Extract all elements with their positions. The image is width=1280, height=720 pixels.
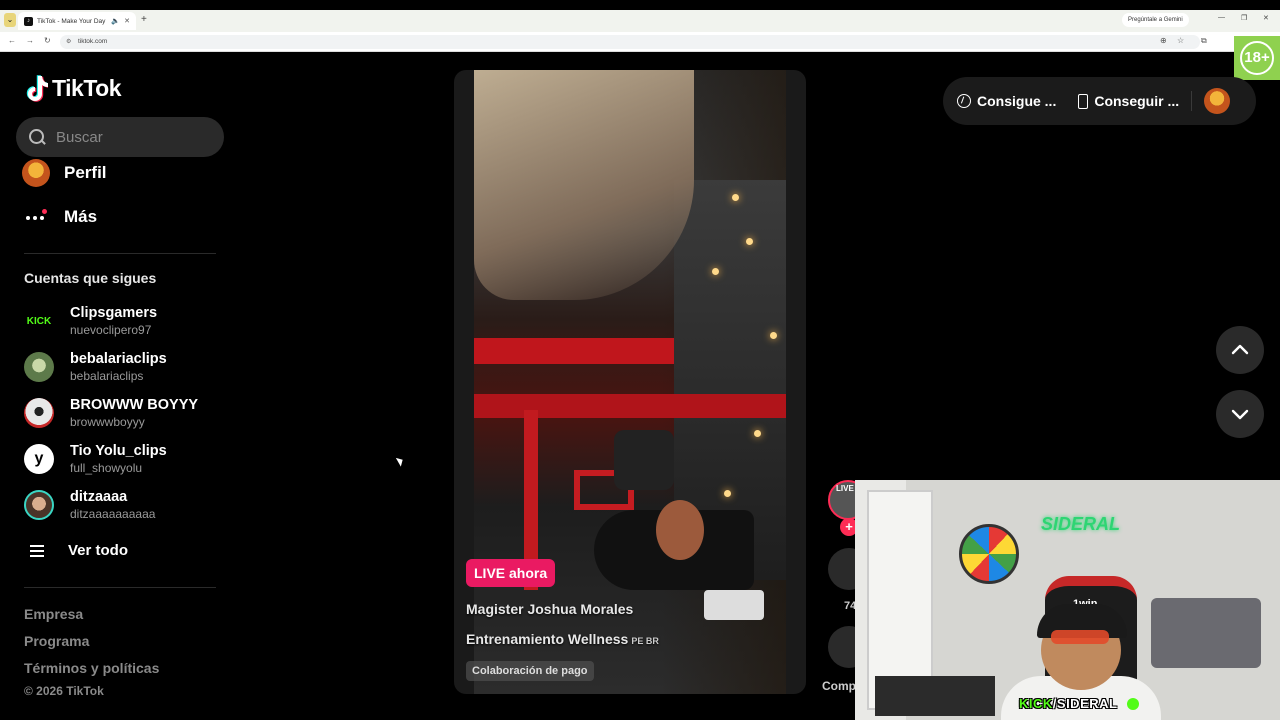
search-input[interactable] [56,128,206,146]
gemini-button[interactable]: Pregúntale a Gemini [1122,13,1189,27]
get-app-label: Conseguir ... [1094,93,1180,109]
back-icon[interactable]: ← [8,36,16,45]
chevron-down-icon [1231,409,1249,420]
account-avatar [24,490,54,520]
user-avatar[interactable] [1204,88,1231,114]
following-account[interactable]: ditzaaaa ditzaaaaaaaaaa [24,489,155,521]
close-window-icon[interactable]: ✕ [1263,14,1269,22]
site-info-icon[interactable]: ⚙ [66,35,71,49]
copyright: © 2026 TikTok [24,684,104,698]
paid-partnership-label: Colaboración de pago [466,661,594,681]
coin-icon [957,94,971,108]
following-account[interactable]: y Tio Yolu_clips full_showyolu [24,443,167,475]
divider [1191,91,1193,111]
url-text: tiktok.com [78,38,108,45]
get-coins-label: Consigue ... [977,93,1057,109]
see-all-button[interactable]: Ver todo [30,542,128,559]
get-coins-button[interactable]: Consigue ... [957,93,1056,109]
next-video-button[interactable] [1216,390,1264,438]
search-icon [28,128,46,146]
previous-video-button[interactable] [1216,326,1264,374]
age-rating-text: 18+ [1240,41,1274,75]
kick-channel: /SIDERAL [1052,696,1118,711]
top-actions-bar: Consigue ... Conseguir ... [943,77,1256,125]
browser-tab-bar: ⌄ ♪ TikTok - Make Your Day 🔈 ✕ + Pregúnt… [0,0,1280,32]
address-bar: ← → ↻ ⚙ tiktok.com ⊕ ☆ ⧉ [0,32,1280,52]
account-name: Tio Yolu_clips [70,443,167,459]
menu-item-label: Perfil [64,163,107,182]
following-account[interactable]: KICK Clipsgamers nuevoclipero97 [24,305,157,337]
account-handle: nuevoclipero97 [70,323,152,337]
verified-icon [1127,698,1139,710]
zoom-icon[interactable]: ⊕ [1160,36,1167,45]
account-name: BROWWW BOYYY [70,397,199,413]
reload-icon[interactable]: ↻ [44,36,51,45]
footer-link-terms[interactable]: Términos y políticas [24,660,159,676]
get-app-button[interactable]: Conseguir ... [1078,93,1179,109]
account-handle: bebalariaclips [70,369,144,383]
following-title: Cuentas que sigues [24,270,157,286]
following-account[interactable]: bebalariaclips bebalariaclips [24,351,167,383]
logo-text: TikTok [52,74,122,101]
account-name: bebalariaclips [70,351,167,367]
video-caption-text: Entrenamiento Wellness [466,631,629,647]
mouse-cursor [395,455,406,467]
extensions-icon[interactable]: ⧉ [1201,36,1207,46]
url-field[interactable]: ⚙ tiktok.com [60,35,1200,49]
prize-wheel [959,524,1019,584]
restore-icon[interactable]: ❐ [1241,14,1247,22]
video-creator-name[interactable]: Magister Joshua Morales [466,601,633,617]
video-caption-flags: PE BR [631,636,659,646]
neon-sign: SIDERAL [1041,514,1121,534]
forward-icon[interactable]: → [26,36,34,45]
following-account[interactable]: BROWWW BOYYY browwwboyyy [24,397,198,429]
menu-item-profile[interactable]: Perfil [22,159,107,187]
account-name: Clipsgamers [70,305,158,321]
tiktok-logo[interactable]: TikTok [24,74,122,102]
new-tab-button[interactable]: + [141,14,147,25]
account-avatar: KICK [26,315,52,327]
see-all-label: Ver todo [68,542,129,559]
browser-tab[interactable]: ♪ TikTok - Make Your Day 🔈 ✕ [18,12,136,30]
tiktok-note-icon [26,75,48,102]
divider [24,587,216,588]
divider [24,253,216,254]
bookmark-star-icon[interactable]: ☆ [1177,36,1184,45]
footer-link-program[interactable]: Programa [24,633,89,649]
account-avatar [24,352,54,382]
age-rating-badge: 18+ [1234,36,1280,80]
tiktok-favicon-icon: ♪ [24,16,33,26]
share-label: Comp [822,679,856,693]
account-handle: ditzaaaaaaaaaa [70,507,156,521]
account-handle: full_showyolu [70,461,143,475]
account-avatar [24,398,54,428]
search-box[interactable] [16,117,224,157]
footer-link-company[interactable]: Empresa [24,606,83,622]
live-tag: LIVE [836,484,854,493]
speaker-icon[interactable]: 🔈 [111,17,120,25]
kick-prefix: KICK [1019,696,1053,711]
live-now-badge[interactable]: LIVE ahora [466,559,556,587]
minimize-icon[interactable]: — [1218,14,1225,21]
phone-icon [1078,93,1089,109]
profile-avatar [22,159,50,187]
account-name: ditzaaaa [70,489,128,505]
account-handle: browwwboyyy [70,415,145,429]
tab-title: TikTok - Make Your Day [37,17,106,25]
account-avatar: y [24,444,54,474]
more-dots-icon [22,203,50,231]
list-icon [30,544,44,557]
menu-item-more[interactable]: Más [22,203,97,231]
streamer-webcam: SIDERAL 1win KICK/SIDERAL [855,480,1280,720]
close-tab-icon[interactable]: ✕ [124,17,130,25]
chevron-up-icon [1231,344,1249,355]
kick-overlay: KICK/SIDERAL [1019,696,1117,711]
video-caption: Entrenamiento Wellness PE BR [466,631,659,647]
menu-item-label: Más [64,207,98,226]
tab-search-button[interactable]: ⌄ [4,13,16,27]
